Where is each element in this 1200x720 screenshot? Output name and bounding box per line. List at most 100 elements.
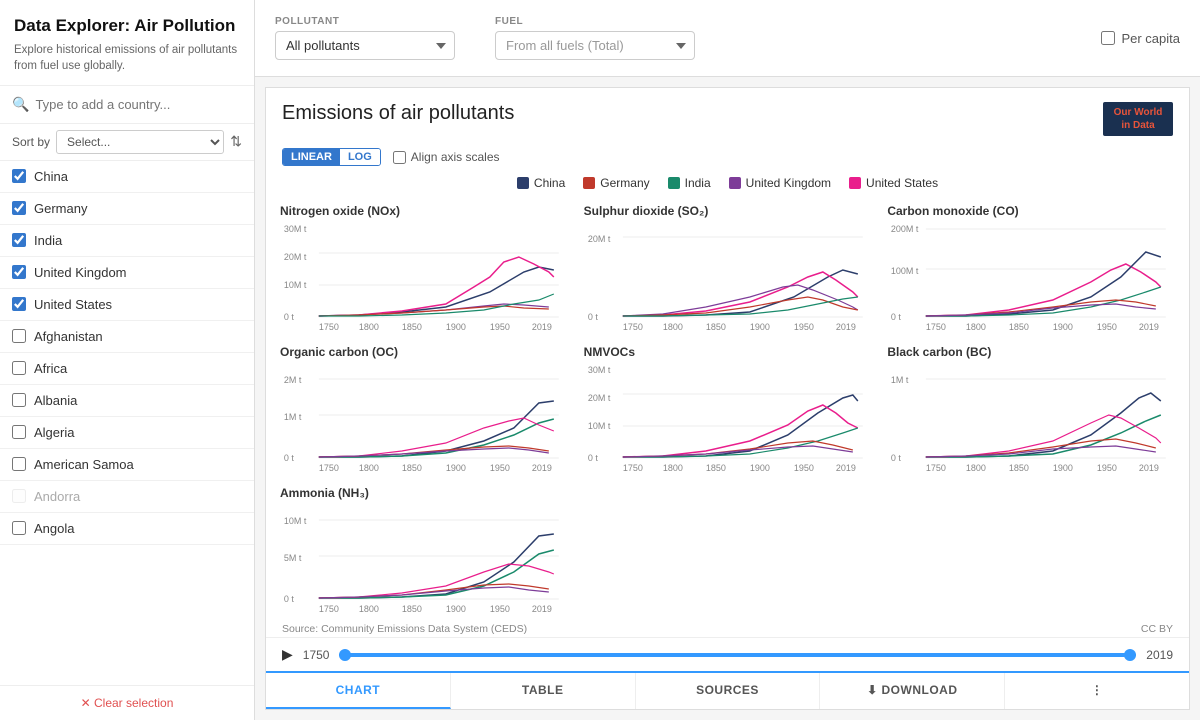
list-item[interactable]: American Samoa (0, 449, 254, 481)
legend-label: China (534, 176, 565, 190)
country-checkbox[interactable] (12, 201, 26, 215)
country-search-container[interactable]: 🔍 (0, 86, 254, 124)
svg-text:20M t: 20M t (587, 234, 610, 244)
country-checkbox[interactable] (12, 169, 26, 183)
nox-title: Nitrogen oxide (NOx) (280, 204, 568, 218)
legend-color (729, 177, 741, 189)
country-checkbox[interactable] (12, 297, 26, 311)
chart-title: Emissions of air pollutants (282, 102, 514, 125)
chart-controls: LINEAR LOG Align axis scales (266, 144, 1189, 172)
list-item[interactable]: Algeria (0, 417, 254, 449)
so2-svg: 20M t 0 t 1750 1800 1850 1900 1950 2019 (584, 222, 872, 332)
sidebar-description: Explore historical emissions of air poll… (14, 42, 240, 74)
svg-text:10M t: 10M t (284, 516, 307, 526)
per-capita-checkbox[interactable] (1101, 31, 1115, 45)
country-checkbox[interactable] (12, 425, 26, 439)
timeline-slider[interactable] (339, 653, 1136, 657)
country-checkbox[interactable] (12, 457, 26, 471)
country-checkbox[interactable] (12, 521, 26, 535)
align-axis-label: Align axis scales (411, 150, 500, 164)
svg-text:1850: 1850 (705, 322, 725, 332)
country-list: China Germany India United Kingdom United St… (0, 161, 254, 685)
list-item[interactable]: Albania (0, 385, 254, 417)
tab-chart[interactable]: CHART (266, 673, 451, 709)
svg-text:1950: 1950 (490, 604, 510, 614)
country-checkbox[interactable] (12, 361, 26, 375)
clear-selection-button[interactable]: ✕ Clear selection (0, 685, 254, 720)
sort-select[interactable]: Select... (56, 130, 224, 154)
country-name: China (34, 169, 68, 184)
country-name: United States (34, 297, 112, 312)
log-scale-button[interactable]: LOG (340, 149, 380, 165)
svg-text:10M t: 10M t (587, 421, 610, 431)
svg-text:1800: 1800 (966, 463, 986, 473)
list-item[interactable]: China (0, 161, 254, 193)
legend-item: United Kingdom (729, 176, 831, 190)
pollutant-select[interactable]: All pollutants (275, 31, 455, 60)
co-title: Carbon monoxide (CO) (887, 204, 1175, 218)
share-icon: ⋮ (1091, 683, 1104, 697)
svg-text:0 t: 0 t (587, 453, 598, 463)
legend-color (668, 177, 680, 189)
svg-text:100M t: 100M t (891, 266, 919, 276)
svg-text:1800: 1800 (359, 322, 379, 332)
svg-text:30M t: 30M t (284, 224, 307, 234)
svg-text:2019: 2019 (532, 322, 552, 332)
country-name: Africa (34, 361, 67, 376)
bc-chart: Black carbon (BC) 1M t 0 t 1750 1800 185… (879, 337, 1183, 478)
svg-text:1900: 1900 (446, 463, 466, 473)
svg-text:1800: 1800 (966, 322, 986, 332)
nmvocs-title: NMVOCs (584, 345, 872, 359)
nmvocs-chart: NMVOCs 30M t 20M t 10M t 0 t 1750 1800 1… (576, 337, 880, 478)
cc-text: CC BY (1141, 623, 1173, 635)
tab-sources[interactable]: SOURCES (636, 673, 821, 709)
list-item[interactable]: Afghanistan (0, 321, 254, 353)
owid-logo: Our Worldin Data (1103, 102, 1173, 136)
align-axis-checkbox[interactable] (393, 151, 406, 164)
list-item[interactable]: United Kingdom (0, 257, 254, 289)
list-item[interactable]: United States (0, 289, 254, 321)
svg-text:1900: 1900 (446, 604, 466, 614)
country-checkbox[interactable] (12, 489, 26, 503)
tab-share[interactable]: ⋮ (1005, 673, 1189, 709)
linear-scale-button[interactable]: LINEAR (283, 149, 340, 165)
country-checkbox[interactable] (12, 329, 26, 343)
svg-text:1850: 1850 (705, 463, 725, 473)
list-item[interactable]: Africa (0, 353, 254, 385)
search-input[interactable] (35, 97, 242, 112)
svg-text:1800: 1800 (662, 322, 682, 332)
legend-item: China (517, 176, 565, 190)
sidebar-title: Data Explorer: Air Pollution (14, 16, 240, 36)
tab-table[interactable]: TABLE (451, 673, 636, 709)
list-item[interactable]: Angola (0, 513, 254, 545)
svg-text:0 t: 0 t (891, 312, 902, 322)
sidebar-header: Data Explorer: Air Pollution Explore his… (0, 0, 254, 86)
svg-text:1950: 1950 (1097, 463, 1117, 473)
svg-text:2019: 2019 (1139, 322, 1159, 332)
svg-text:1750: 1750 (319, 604, 339, 614)
svg-text:2019: 2019 (835, 322, 855, 332)
timeline-handle-right[interactable] (1124, 649, 1136, 661)
svg-text:1950: 1950 (793, 463, 813, 473)
tab-download[interactable]: ⬇ DOWNLOAD (820, 673, 1005, 709)
timeline-handle-left[interactable] (339, 649, 351, 661)
country-checkbox[interactable] (12, 265, 26, 279)
country-name: American Samoa (34, 457, 134, 472)
sort-direction-icon[interactable]: ⇅ (230, 133, 242, 150)
nox-svg: 30M t 20M t 10M t 0 t 1750 1800 1850 190… (280, 222, 568, 332)
svg-text:30M t: 30M t (587, 365, 610, 375)
country-name: India (34, 233, 62, 248)
legend-item: United States (849, 176, 938, 190)
sidebar: Data Explorer: Air Pollution Explore his… (0, 0, 255, 720)
list-item[interactable]: India (0, 225, 254, 257)
list-item[interactable]: Germany (0, 193, 254, 225)
nh3-title: Ammonia (NH₃) (280, 486, 568, 500)
country-checkbox[interactable] (12, 233, 26, 247)
svg-text:5M t: 5M t (284, 553, 302, 563)
svg-text:1950: 1950 (793, 322, 813, 332)
fuel-select[interactable]: From all fuels (Total) (495, 31, 695, 60)
play-button[interactable]: ▶ (282, 646, 293, 663)
country-checkbox[interactable] (12, 393, 26, 407)
country-name: Germany (34, 201, 87, 216)
list-item[interactable]: Andorra (0, 481, 254, 513)
